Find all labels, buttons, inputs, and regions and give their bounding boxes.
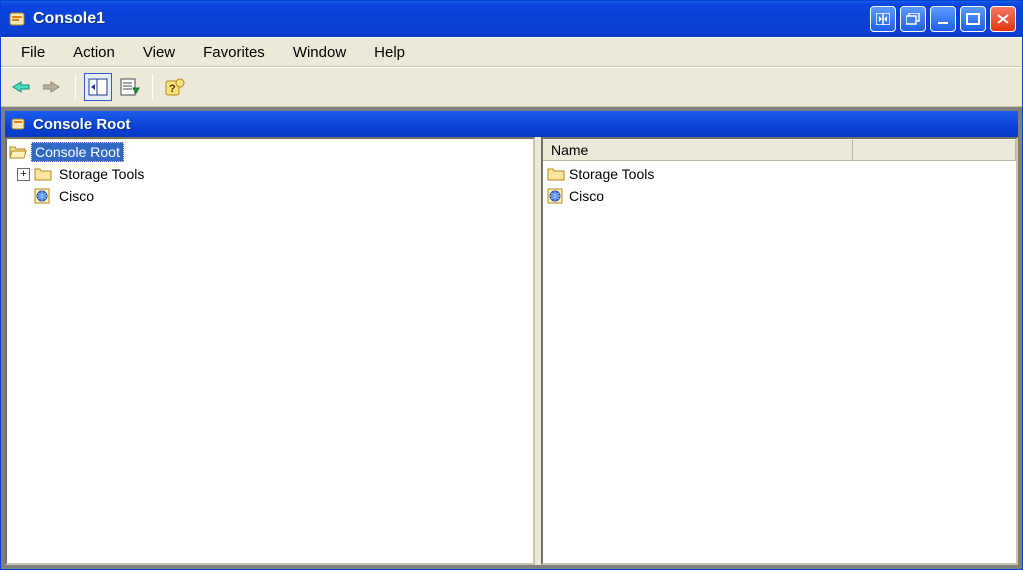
menu-help[interactable]: Help bbox=[360, 40, 419, 65]
list-body: Storage Tools Cisco bbox=[543, 161, 1016, 209]
folder-icon bbox=[34, 166, 52, 182]
menu-action[interactable]: Action bbox=[59, 40, 129, 65]
window-title: Console1 bbox=[33, 10, 870, 28]
toolbar-separator bbox=[152, 74, 153, 100]
folder-open-icon bbox=[9, 144, 27, 160]
list-item-label: Storage Tools bbox=[569, 166, 654, 182]
tree: Console Root + Storage Tools Ci bbox=[7, 139, 533, 209]
splitter: Console Root + Storage Tools Ci bbox=[5, 137, 1018, 565]
panel-icon bbox=[11, 116, 27, 132]
show-hide-tree-button[interactable] bbox=[84, 73, 112, 101]
maximize-button[interactable] bbox=[960, 6, 986, 32]
toolbar-separator bbox=[75, 74, 76, 100]
list-item-storage-tools[interactable]: Storage Tools bbox=[547, 163, 1012, 185]
tree-item-cisco[interactable]: Cisco bbox=[7, 185, 533, 207]
panel-title-text: Console Root bbox=[33, 116, 131, 133]
restore-down-button[interactable] bbox=[900, 6, 926, 32]
titlebar: Console1 bbox=[1, 1, 1022, 37]
dock-left-button[interactable] bbox=[870, 6, 896, 32]
forward-button[interactable] bbox=[39, 73, 67, 101]
window-controls bbox=[870, 6, 1016, 32]
tree-item-label: Storage Tools bbox=[56, 165, 147, 183]
list-item-label: Cisco bbox=[569, 188, 604, 204]
menu-file[interactable]: File bbox=[7, 40, 59, 65]
list-item-cisco[interactable]: Cisco bbox=[547, 185, 1012, 207]
menu-view[interactable]: View bbox=[129, 40, 189, 65]
list-pane[interactable]: Name Storage Tools Cisco bbox=[541, 137, 1018, 565]
back-button[interactable] bbox=[7, 73, 35, 101]
expand-icon[interactable]: + bbox=[17, 168, 30, 181]
export-list-button[interactable] bbox=[116, 73, 144, 101]
tree-item-root[interactable]: Console Root bbox=[7, 141, 533, 163]
tree-item-storage-tools[interactable]: + Storage Tools bbox=[7, 163, 533, 185]
globe-icon bbox=[34, 188, 52, 204]
tree-item-label: Cisco bbox=[56, 187, 97, 205]
list-header: Name bbox=[543, 139, 1016, 161]
tree-item-label: Console Root bbox=[31, 142, 124, 162]
folder-icon bbox=[547, 166, 565, 182]
column-header-empty[interactable] bbox=[853, 139, 1016, 160]
menu-window[interactable]: Window bbox=[279, 40, 360, 65]
menubar: File Action View Favorites Window Help bbox=[1, 37, 1022, 67]
app-icon bbox=[9, 10, 27, 28]
close-button[interactable] bbox=[990, 6, 1016, 32]
help-button[interactable]: ? bbox=[161, 73, 189, 101]
expand-placeholder bbox=[17, 190, 30, 203]
column-header-name[interactable]: Name bbox=[543, 139, 853, 160]
toolbar: ? bbox=[1, 67, 1022, 107]
minimize-button[interactable] bbox=[930, 6, 956, 32]
svg-text:?: ? bbox=[169, 83, 176, 95]
menu-favorites[interactable]: Favorites bbox=[189, 40, 279, 65]
panel-title: Console Root bbox=[5, 111, 1018, 137]
globe-icon bbox=[547, 188, 565, 204]
client-area: Console Root Console Root + Storage Too bbox=[1, 107, 1022, 569]
tree-pane[interactable]: Console Root + Storage Tools Ci bbox=[5, 137, 535, 565]
